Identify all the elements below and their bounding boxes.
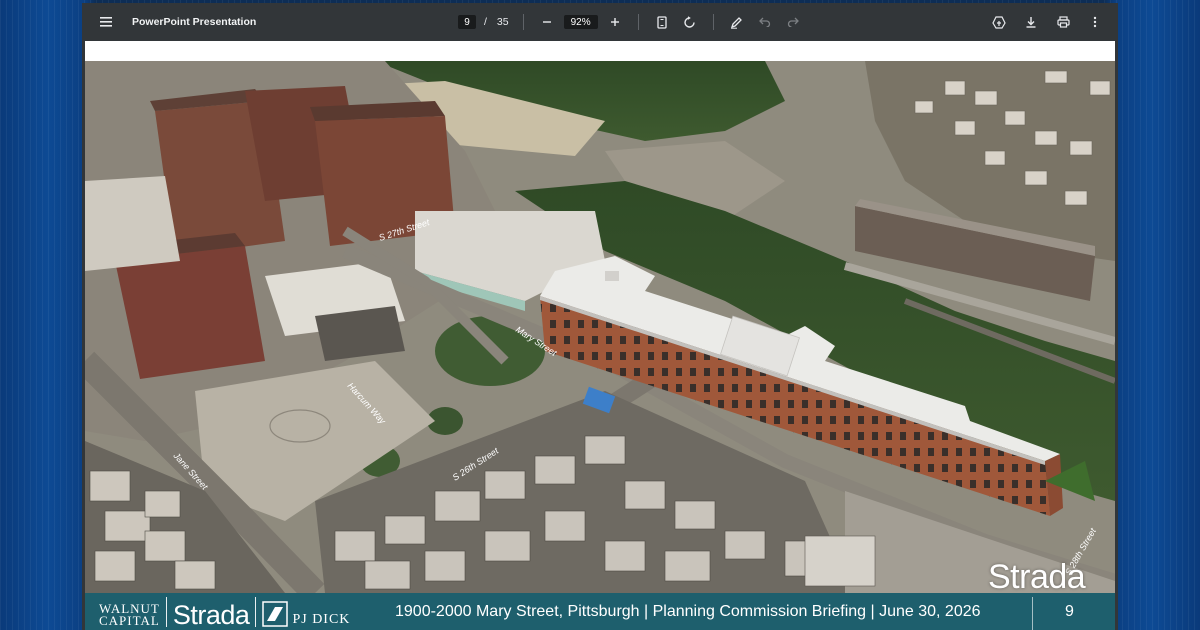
fit-page-icon[interactable]	[651, 11, 673, 33]
pj-dick-emblem-icon	[262, 601, 289, 627]
walnut-capital-logo: WALNUT CAPITAL	[99, 602, 160, 628]
print-icon[interactable]	[1052, 11, 1074, 33]
pdf-toolbar: PowerPoint Presentation 9 / 35 92%	[82, 3, 1118, 41]
zoom-level-input[interactable]: 92%	[563, 15, 598, 29]
sponsor-logos: WALNUT CAPITAL Strada PJ DICK	[99, 597, 350, 630]
toolbar-divider	[637, 14, 639, 30]
zoom-out-icon[interactable]	[536, 11, 558, 33]
toolbar-divider	[522, 14, 524, 30]
pj-dick-logo: PJ DICK	[262, 601, 350, 627]
logo-divider	[165, 597, 167, 627]
page-total: 35	[496, 16, 509, 28]
walnut-logo-line2: CAPITAL	[99, 613, 160, 628]
slide-page-number: 9	[1065, 603, 1074, 620]
slide-page: S 27th Street Mary Street Harcum Way S 2…	[85, 41, 1115, 630]
redo-icon[interactable]	[782, 11, 804, 33]
strada-logo: Strada	[172, 600, 250, 630]
slide-caption: 1900-2000 Mary Street, Pittsburgh | Plan…	[395, 603, 981, 620]
footer-divider	[1032, 597, 1033, 630]
aerial-illustration: S 27th Street Mary Street Harcum Way S 2…	[85, 61, 1115, 593]
page-separator: /	[484, 16, 487, 28]
rotate-icon[interactable]	[679, 11, 701, 33]
annotate-icon[interactable]	[726, 11, 748, 33]
pj-dick-wordmark: PJ DICK	[292, 612, 351, 627]
logo-divider	[255, 597, 257, 627]
pdf-viewer: PowerPoint Presentation 9 / 35 92% S 27t…	[82, 3, 1118, 630]
page-number-input[interactable]: 9	[458, 15, 476, 29]
undo-icon[interactable]	[754, 11, 776, 33]
download-icon[interactable]	[1020, 11, 1042, 33]
drive-icon[interactable]	[988, 11, 1010, 33]
aerial-rendering: S 27th Street Mary Street Harcum Way S 2…	[85, 61, 1115, 596]
slide-title-strip	[85, 41, 1115, 61]
toolbar-divider	[712, 14, 714, 30]
more-icon[interactable]	[1084, 11, 1106, 33]
zoom-in-icon[interactable]	[604, 11, 626, 33]
slide-footer: WALNUT CAPITAL Strada PJ DICK 1900-2000 …	[85, 593, 1115, 630]
strada-watermark: Strada	[988, 558, 1086, 596]
document-title: PowerPoint Presentation	[132, 16, 257, 28]
menu-icon[interactable]	[96, 11, 118, 33]
